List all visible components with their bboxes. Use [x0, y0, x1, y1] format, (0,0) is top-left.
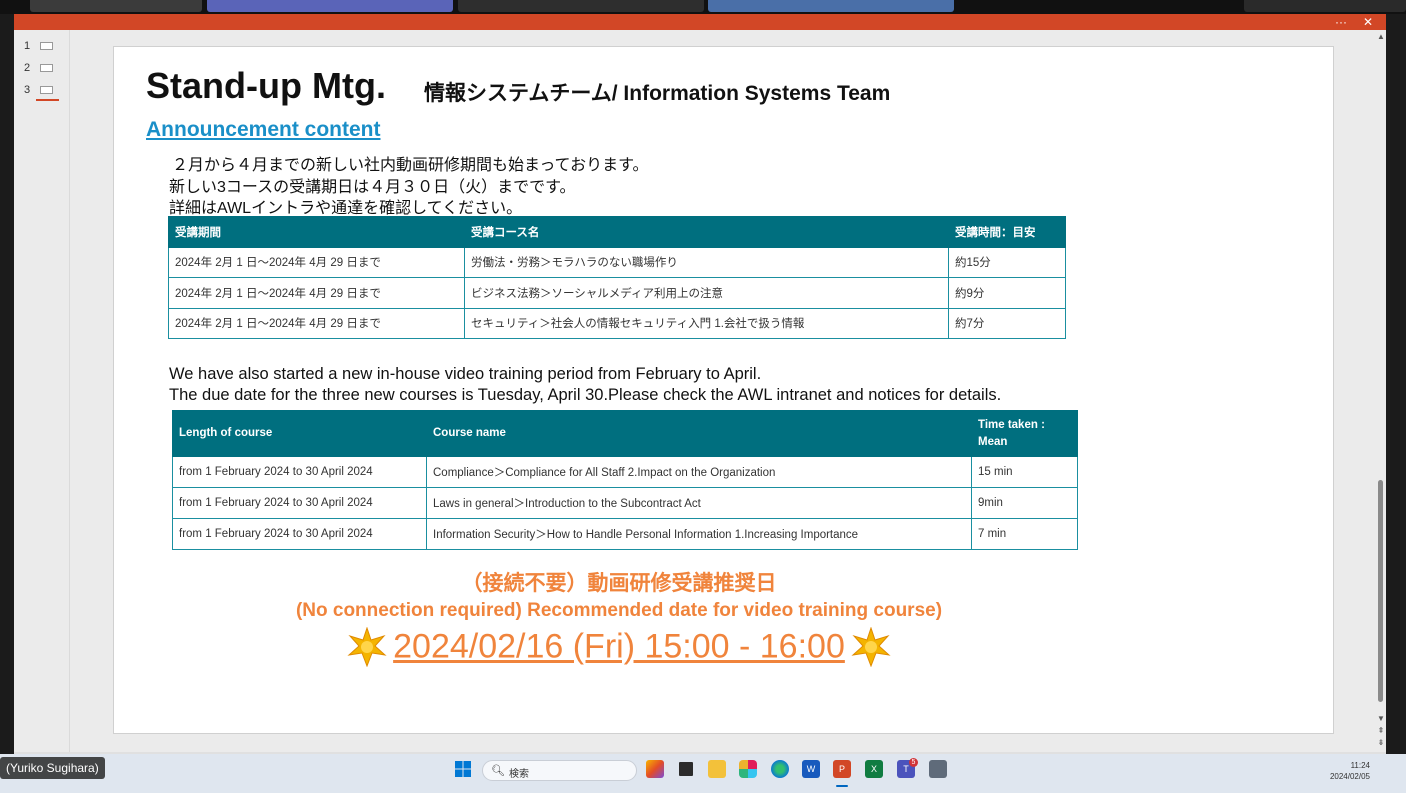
- table-header-row: 受講期間 受講コース名 受講時間：目安: [168, 216, 1066, 248]
- slide-thumbnail-1[interactable]: 1: [20, 40, 66, 54]
- window-title-bar: ··· ✕: [14, 14, 1386, 30]
- video-tile[interactable]: [207, 0, 453, 12]
- video-tile[interactable]: [458, 0, 704, 12]
- clock-date: 2024/02/05: [1329, 772, 1370, 781]
- column-header-line: Time taken :: [978, 418, 1045, 431]
- video-tile[interactable]: [30, 0, 202, 12]
- next-slide-icon[interactable]: ⇟: [1376, 738, 1386, 747]
- table-cell: 2024年 2月 1 日～2024年 4月 29 日まで: [168, 246, 465, 278]
- recommendation-heading-en: (No connection required) Recommended dat…: [295, 600, 943, 621]
- table-cell: from 1 February 2024 to 30 April 2024: [172, 518, 427, 550]
- recommended-date: 2024/02/16 (Fri) 15:00 - 16:00: [393, 627, 845, 666]
- table-cell: 約15分: [948, 246, 1066, 278]
- table-row: 2024年 2月 1 日～2024年 4月 29 日まで 労働法・労務＞モラハラ…: [168, 246, 1066, 278]
- table-cell: セキュリティ＞社会人の情報セキュリティ入門 1.会社で扱う情報: [464, 307, 949, 339]
- table-cell: 9min: [971, 487, 1078, 519]
- column-header: Length of course: [172, 410, 427, 457]
- active-slide-indicator: [36, 99, 59, 101]
- table-cell: 2024年 2月 1 日～2024年 4月 29 日まで: [168, 277, 465, 309]
- search-placeholder: 検索: [509, 769, 529, 780]
- word-icon[interactable]: W: [802, 760, 820, 778]
- column-header-line: Mean: [978, 435, 1008, 448]
- en-announcement-line: We have also started a new in-house vide…: [169, 365, 762, 383]
- sparkle-star-icon: [347, 627, 387, 667]
- slide-thumbnail-pane: 1 2 3: [14, 30, 70, 752]
- sparkle-star-icon: [851, 627, 891, 667]
- slide-thumbnail-3[interactable]: 3: [20, 84, 66, 101]
- table-cell: 約7分: [948, 307, 1066, 339]
- recommendation-date-line: 2024/02/16 (Fri) 15:00 - 16:00: [114, 627, 1124, 667]
- search-icon: 🔍︎: [491, 765, 505, 777]
- scroll-down-icon[interactable]: ▼: [1376, 714, 1386, 723]
- jp-course-table: 受講期間 受講コース名 受講時間：目安 2024年 2月 1 日～2024年 4…: [168, 216, 1066, 339]
- video-tile[interactable]: [1244, 0, 1406, 12]
- table-cell: 2024年 2月 1 日～2024年 4月 29 日まで: [168, 307, 465, 339]
- more-options-button[interactable]: ···: [1330, 14, 1352, 30]
- en-course-table: Length of course Course name Time taken …: [172, 410, 1078, 550]
- table-header-row: Length of course Course name Time taken …: [172, 410, 1078, 457]
- en-announcement-line: The due date for the three new courses i…: [169, 386, 1002, 404]
- thumbnail-number: 3: [24, 84, 31, 96]
- thumbnail-preview: [40, 42, 53, 50]
- table-row: from 1 February 2024 to 30 April 2024 Co…: [172, 456, 1078, 488]
- slide-thumbnail-2[interactable]: 2: [20, 62, 66, 76]
- scrollbar-thumb[interactable]: [1378, 480, 1383, 702]
- table-row: 2024年 2月 1 日～2024年 4月 29 日まで ビジネス法務＞ソーシャ…: [168, 277, 1066, 309]
- powerpoint-icon[interactable]: P: [833, 760, 851, 778]
- table-cell: Information Security＞How to Handle Perso…: [426, 518, 972, 550]
- table-cell: 約9分: [948, 277, 1066, 309]
- table-cell: 7 min: [971, 518, 1078, 550]
- start-windows-icon[interactable]: [454, 760, 472, 778]
- file-explorer-icon[interactable]: [708, 760, 726, 778]
- column-header: 受講コース名: [464, 216, 949, 248]
- video-tile[interactable]: [708, 0, 954, 12]
- close-button[interactable]: ✕: [1357, 14, 1379, 30]
- table-row: from 1 February 2024 to 30 April 2024 La…: [172, 487, 1078, 519]
- thumbnail-number: 2: [24, 62, 31, 74]
- table-cell: 労働法・労務＞モラハラのない職場作り: [464, 246, 949, 278]
- taskbar-search-box[interactable]: 🔍︎ 検索: [482, 760, 637, 781]
- recommendation-heading-jp: （接続不要）動画研修受講推奨日: [461, 572, 777, 595]
- table-cell: Compliance＞Compliance for All Staff 2.Im…: [426, 456, 972, 488]
- vertical-scrollbar[interactable]: ▲ ▼ ⇞ ⇟: [1376, 30, 1386, 752]
- calculator-icon[interactable]: [929, 760, 947, 778]
- section-heading: Announcement content: [146, 118, 381, 141]
- thumbnail-preview: [40, 64, 53, 72]
- jp-announcement-line: ２月から４月までの新しい社内動画研修期間も始まっております。: [172, 157, 649, 174]
- video-participant-strip: [0, 0, 1406, 14]
- table-cell: ビジネス法務＞ソーシャルメディア利用上の注意: [464, 277, 949, 309]
- table-cell: from 1 February 2024 to 30 April 2024: [172, 487, 427, 519]
- table-cell: Laws in general＞Introduction to the Subc…: [426, 487, 972, 519]
- participant-name-tag: (Yuriko Sugihara): [0, 757, 105, 779]
- column-header: 受講時間：目安: [948, 216, 1066, 248]
- column-header: 受講期間: [168, 216, 465, 248]
- table-row: from 1 February 2024 to 30 April 2024 In…: [172, 518, 1078, 550]
- clock-time: 11:24: [1350, 761, 1370, 770]
- slide-canvas[interactable]: Stand-up Mtg. 情報システムチーム/ Information Sys…: [113, 46, 1334, 734]
- jp-announcement-line: 詳細はAWLイントラや通達を確認してください。: [169, 200, 523, 217]
- windows-taskbar: [0, 754, 1406, 793]
- table-row: 2024年 2月 1 日～2024年 4月 29 日まで セキュリティ＞社会人の…: [168, 307, 1066, 339]
- slide-subtitle: 情報システムチーム/ Information Systems Team: [424, 82, 891, 105]
- system-clock[interactable]: 11:24 2024/02/05: [1300, 760, 1370, 782]
- table-cell: from 1 February 2024 to 30 April 2024: [172, 456, 427, 488]
- thumbnail-number: 1: [24, 40, 31, 52]
- copilot-icon[interactable]: [646, 760, 664, 778]
- slide-title: Stand-up Mtg.: [146, 65, 386, 106]
- thumbnail-preview: [40, 86, 53, 94]
- active-app-indicator: [836, 785, 848, 787]
- scroll-up-icon[interactable]: ▲: [1376, 32, 1386, 41]
- task-view-icon[interactable]: [677, 760, 695, 778]
- column-header: Time taken : Mean: [971, 410, 1078, 457]
- table-cell: 15 min: [971, 456, 1078, 488]
- slack-icon[interactable]: [739, 760, 757, 778]
- column-header: Course name: [426, 410, 972, 457]
- notification-badge: 5: [909, 758, 918, 767]
- excel-icon[interactable]: X: [865, 760, 883, 778]
- previous-slide-icon[interactable]: ⇞: [1376, 726, 1386, 735]
- edge-browser-icon[interactable]: [771, 760, 789, 778]
